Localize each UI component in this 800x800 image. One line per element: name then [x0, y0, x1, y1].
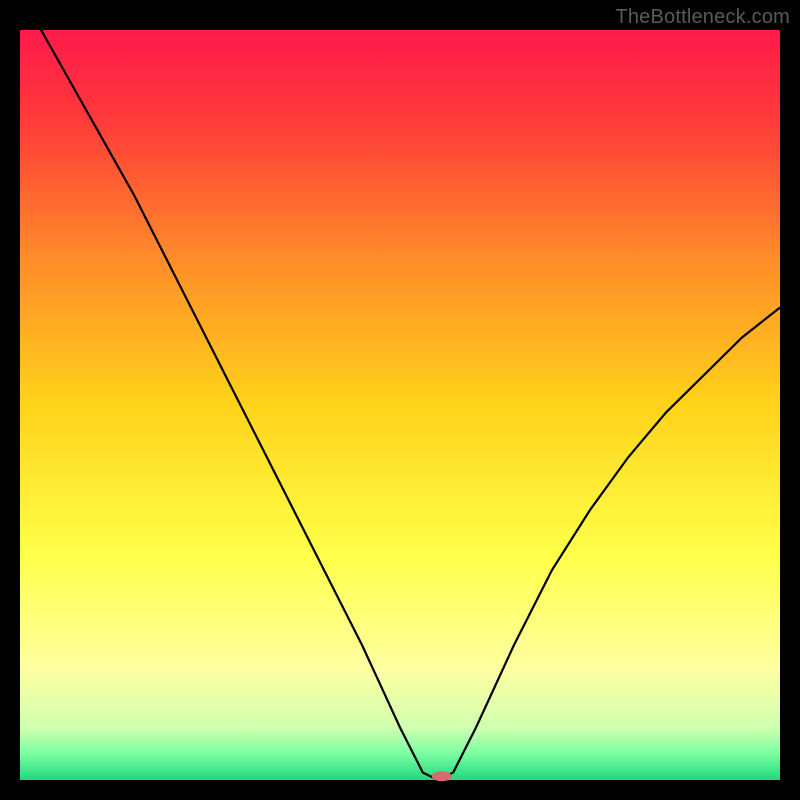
optimal-point-marker: [432, 771, 452, 781]
bottleneck-chart: [0, 0, 800, 800]
chart-container: TheBottleneck.com: [0, 0, 800, 800]
watermark-text: TheBottleneck.com: [615, 6, 790, 29]
plot-area-gradient: [20, 30, 780, 780]
